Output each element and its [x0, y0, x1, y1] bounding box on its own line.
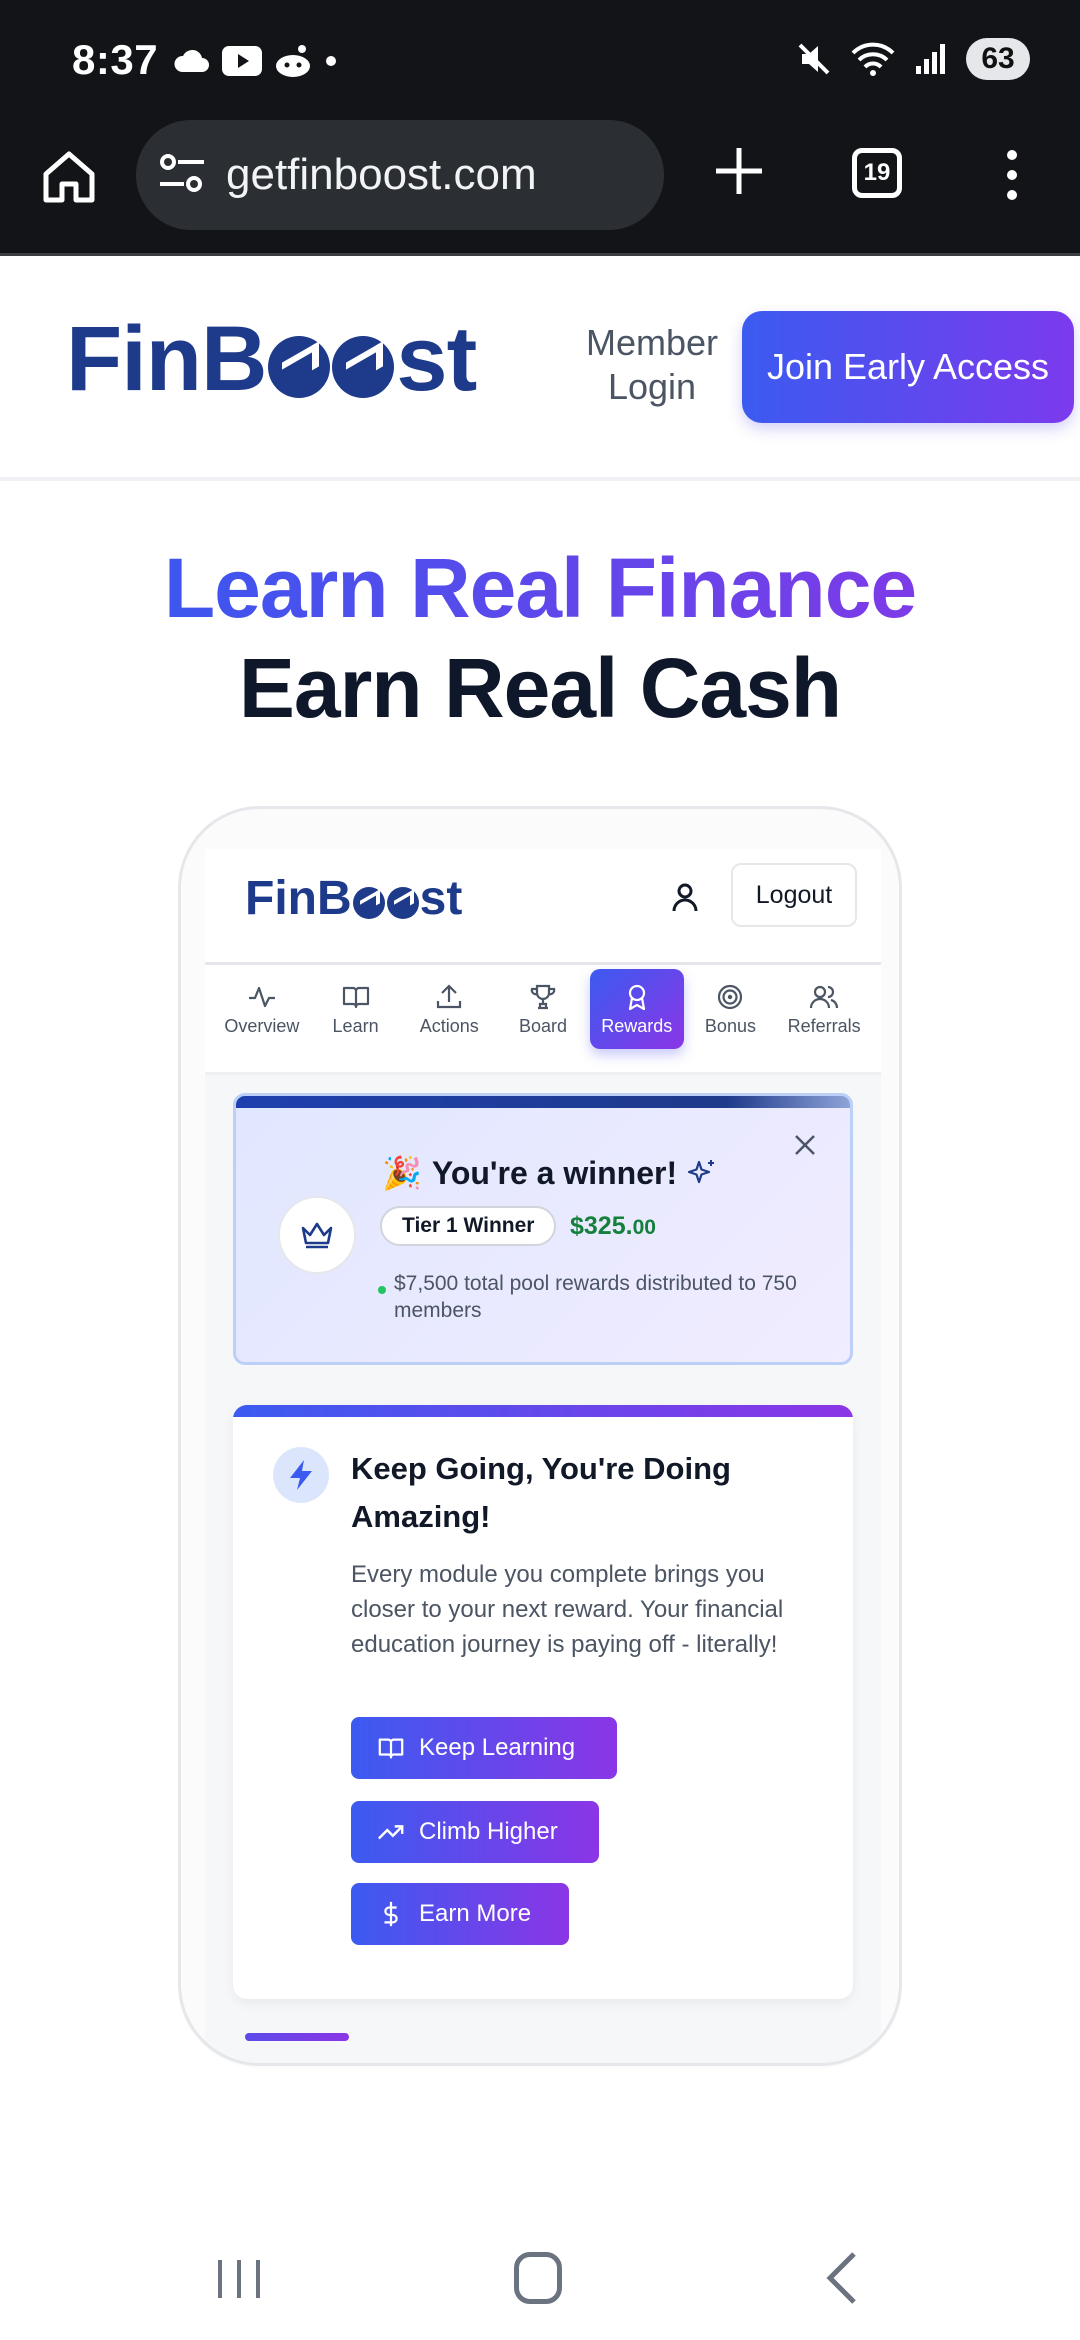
tab-board[interactable]: Board — [496, 969, 590, 1049]
site-settings-icon[interactable] — [158, 152, 206, 196]
logo-growth-mark-icon — [332, 336, 395, 398]
lightning-icon — [290, 1460, 312, 1490]
app-tab-bar: Overview Learn Actions Board Rewards Bon… — [205, 965, 881, 1075]
wifi-icon — [851, 42, 895, 76]
book-icon — [342, 986, 369, 1008]
logo-growth-mark-icon — [268, 336, 331, 398]
encouragement-body: Every module you complete brings you clo… — [351, 1561, 784, 1658]
button-label: Climb Higher — [419, 1818, 558, 1845]
finboost-logo[interactable]: FinB st — [66, 313, 477, 405]
tab-label: Board — [518, 1015, 568, 1036]
tab-label: Rewards — [601, 1015, 673, 1036]
trophy-icon — [530, 984, 556, 1009]
user-icon[interactable] — [667, 879, 703, 915]
tab-label: Referrals — [787, 1015, 861, 1036]
tab-label: Overview — [224, 1015, 300, 1036]
sparkles-icon — [688, 1160, 715, 1184]
award-icon — [628, 984, 645, 1010]
android-navigation-bar — [0, 2220, 1080, 2340]
notification-icons — [172, 44, 338, 78]
member-login-link[interactable]: Member Login — [576, 321, 728, 409]
winner-title: 🎉 You're a winner! — [382, 1154, 717, 1192]
target-icon — [718, 984, 743, 1009]
encouragement-title: Keep Going, You're Doing Amazing! — [351, 1451, 731, 1534]
earn-more-button[interactable]: Earn More — [351, 1883, 569, 1945]
upload-icon — [437, 983, 462, 1008]
status-time: 8:37 — [72, 36, 159, 83]
button-label: Keep Learning — [419, 1734, 576, 1761]
recent-apps-icon[interactable] — [214, 2256, 264, 2302]
trending-up-icon — [378, 1825, 404, 1840]
close-icon[interactable] — [792, 1132, 818, 1158]
activity-icon — [248, 986, 275, 1007]
bolt-badge — [273, 1447, 329, 1503]
new-tab-icon[interactable] — [712, 144, 766, 198]
tab-switcher-button[interactable]: 19 — [852, 148, 902, 198]
hero-headline-earn: Earn Real Cash — [238, 641, 842, 735]
tier-badge: Tier 1 Winner — [380, 1206, 557, 1246]
tab-actions[interactable]: Actions — [402, 969, 496, 1049]
back-icon[interactable] — [822, 2250, 862, 2306]
system-icons: 63 — [796, 38, 1030, 80]
button-label: Earn More — [419, 1900, 532, 1927]
party-popper-icon: 🎉 — [382, 1155, 422, 1191]
crown-icon — [301, 1222, 333, 1249]
cloud-icon — [174, 49, 209, 72]
logout-button[interactable]: Logout — [731, 863, 857, 927]
status-bar: 8:37 63 — [0, 0, 1080, 118]
address-bar[interactable]: getfinboost.com — [136, 120, 664, 230]
mute-icon — [798, 43, 830, 75]
winner-card-accent-bar — [236, 1096, 850, 1108]
browser-toolbar: getfinboost.com 19 — [0, 118, 1080, 256]
tab-label: Learn — [332, 1015, 379, 1036]
book-icon — [378, 1738, 404, 1759]
status-dot-icon — [378, 1286, 386, 1294]
tab-label: Bonus — [704, 1015, 756, 1036]
battery-indicator: 63 — [966, 38, 1030, 80]
home-icon[interactable] — [40, 148, 98, 206]
logo-growth-mark-icon — [386, 886, 419, 919]
logo-growth-mark-icon — [352, 886, 385, 919]
winner-notification-card: 🎉 You're a winner! Tier 1 Winner $325.00… — [233, 1093, 853, 1365]
tab-label: Actions — [419, 1015, 479, 1036]
dollar-icon — [384, 1901, 398, 1927]
join-early-access-button[interactable]: Join Early Access — [742, 311, 1074, 423]
site-header: FinB st Member Login Join Early Access — [0, 259, 1080, 481]
hero-headline-learn: Learn Real Finance — [0, 540, 1080, 637]
tab-learn[interactable]: Learn — [309, 969, 403, 1049]
app-preview-phone: FinB st Logout Overview Learn Actions Boa… — [178, 806, 902, 2066]
app-header: FinB st Logout — [205, 849, 881, 965]
winner-title-text: You're a winner! — [431, 1154, 678, 1191]
reward-amount: $325.00 — [570, 1212, 656, 1240]
tab-referrals[interactable]: Referrals — [777, 969, 871, 1049]
encouragement-card: Keep Going, You're Doing Amazing! Every … — [233, 1405, 853, 1999]
youtube-icon — [222, 46, 262, 76]
signal-icon — [916, 44, 945, 74]
app-logo: FinB st — [245, 872, 463, 925]
dot-icon — [326, 56, 336, 66]
home-button-icon[interactable] — [514, 2252, 562, 2304]
tab-rewards[interactable]: Rewards — [589, 969, 684, 1049]
encouragement-card-accent-bar — [233, 1405, 853, 1417]
next-card-accent-bar — [245, 2033, 349, 2041]
users-icon — [810, 985, 839, 1008]
tab-bonus[interactable]: Bonus — [684, 969, 778, 1049]
tab-overview[interactable]: Overview — [215, 969, 309, 1049]
pool-rewards-text: $7,500 total pool rewards distributed to… — [394, 1272, 797, 1322]
url-text[interactable]: getfinboost.com — [226, 150, 537, 200]
reddit-icon — [276, 45, 310, 77]
keep-learning-button[interactable]: Keep Learning — [351, 1717, 617, 1779]
crown-badge — [278, 1196, 356, 1274]
climb-higher-button[interactable]: Climb Higher — [351, 1801, 599, 1863]
more-options-icon[interactable] — [1000, 148, 1024, 202]
